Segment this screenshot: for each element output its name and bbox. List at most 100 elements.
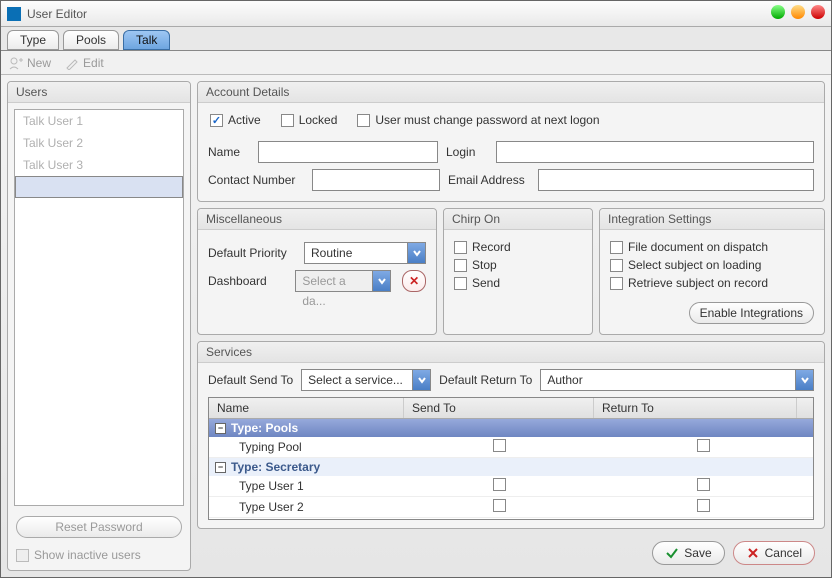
table-row[interactable]: Typing Pool [209, 437, 813, 458]
checkbox-icon[interactable] [454, 259, 467, 272]
login-label: Login [446, 145, 488, 159]
show-inactive-label: Show inactive users [34, 548, 141, 562]
retrieve-subject-label: Retrieve subject on record [628, 276, 768, 290]
retrieve-subject-checkbox[interactable]: Retrieve subject on record [610, 276, 814, 290]
chirp-send-label: Send [472, 276, 500, 290]
chirp-on-panel: Chirp On Record Stop Send [443, 208, 593, 335]
x-icon [746, 546, 760, 560]
save-label: Save [684, 546, 711, 560]
service-name [209, 518, 404, 519]
tab-pools[interactable]: Pools [63, 30, 119, 50]
contact-number-input[interactable] [312, 169, 440, 191]
service-name: Type User 2 [209, 498, 404, 516]
active-checkbox[interactable]: Active [210, 113, 261, 127]
services-table-header: Name Send To Return To [209, 398, 813, 419]
show-inactive-users[interactable]: Show inactive users [8, 544, 190, 570]
dashboard-label: Dashboard [208, 274, 287, 288]
default-priority-select[interactable]: Routine [304, 242, 426, 264]
table-row[interactable]: Type User 2 [209, 497, 813, 518]
select-subject-label: Select subject on loading [628, 258, 761, 272]
tab-type[interactable]: Type [7, 30, 59, 50]
edit-button[interactable]: Edit [65, 56, 104, 70]
checkbox-icon[interactable] [493, 499, 506, 512]
user-list[interactable]: Talk User 1 Talk User 2 Talk User 3 [14, 109, 184, 506]
user-item-selected[interactable] [15, 176, 183, 198]
checkbox-icon[interactable] [610, 241, 623, 254]
services-panel: Services Default Send To Select a servic… [197, 341, 825, 529]
locked-checkbox[interactable]: Locked [281, 113, 338, 127]
email-address-input[interactable] [538, 169, 814, 191]
user-item[interactable]: Talk User 3 [15, 154, 183, 176]
service-name: Typing Pool [209, 438, 404, 456]
header-return-to: Return To [594, 398, 797, 418]
close-icon[interactable] [811, 5, 825, 19]
must-change-password-checkbox[interactable]: User must change password at next logon [357, 113, 599, 127]
tab-talk[interactable]: Talk [123, 30, 170, 50]
checkbox-icon[interactable] [697, 439, 710, 452]
middle-row: Miscellaneous Default Priority Routine D… [197, 208, 825, 335]
checkbox-icon[interactable] [610, 259, 623, 272]
default-return-to-select[interactable]: Author [540, 369, 814, 391]
checkbox-icon[interactable] [697, 478, 710, 491]
checkbox-icon[interactable] [210, 114, 223, 127]
login-input[interactable] [496, 141, 814, 163]
cancel-button[interactable]: Cancel [733, 541, 815, 565]
default-send-to-select[interactable]: Select a service... [301, 369, 431, 391]
checkbox-icon[interactable] [493, 478, 506, 491]
checkbox-icon[interactable] [454, 277, 467, 290]
save-button[interactable]: Save [652, 541, 724, 565]
services-table-body[interactable]: −Type: Pools Typing Pool −Type: Secretar… [209, 419, 813, 519]
minimize-icon[interactable] [771, 5, 785, 19]
account-details-title: Account Details [198, 82, 824, 103]
group-pools-label: Type: Pools [231, 421, 298, 435]
new-button-label: New [27, 56, 51, 70]
checkbox-icon[interactable] [493, 439, 506, 452]
checkbox-icon[interactable] [697, 499, 710, 512]
chirp-record-checkbox[interactable]: Record [454, 240, 582, 254]
default-return-to-label: Default Return To [439, 373, 532, 387]
account-details-panel: Account Details Active Locked User must … [197, 81, 825, 202]
edit-button-label: Edit [83, 56, 104, 70]
left-column: Users Talk User 1 Talk User 2 Talk User … [7, 81, 191, 571]
chirp-send-checkbox[interactable]: Send [454, 276, 582, 290]
chevron-down-icon[interactable] [372, 271, 390, 291]
name-input[interactable] [258, 141, 438, 163]
collapse-icon[interactable]: − [215, 462, 226, 473]
collapse-icon[interactable]: − [215, 423, 226, 434]
select-subject-checkbox[interactable]: Select subject on loading [610, 258, 814, 272]
header-send-to: Send To [404, 398, 594, 418]
service-name: Type User 1 [209, 477, 404, 495]
group-pools[interactable]: −Type: Pools [209, 419, 813, 437]
user-item[interactable]: Talk User 2 [15, 132, 183, 154]
new-button[interactable]: New [9, 56, 51, 70]
main-body: Users Talk User 1 Talk User 2 Talk User … [1, 75, 831, 577]
button-bar: Save Cancel [197, 535, 825, 571]
chirp-stop-label: Stop [472, 258, 497, 272]
chevron-down-icon[interactable] [407, 243, 425, 263]
chevron-down-icon[interactable] [795, 370, 813, 390]
integ-title: Integration Settings [600, 209, 824, 230]
integration-settings-panel: Integration Settings File document on di… [599, 208, 825, 335]
checkbox-icon[interactable] [281, 114, 294, 127]
table-row[interactable]: Type User 1 [209, 476, 813, 497]
checkbox-icon[interactable] [610, 277, 623, 290]
file-on-dispatch-checkbox[interactable]: File document on dispatch [610, 240, 814, 254]
checkbox-icon[interactable] [454, 241, 467, 254]
dashboard-select[interactable]: Select a da... [295, 270, 391, 292]
checkbox-icon[interactable] [357, 114, 370, 127]
pencil-icon [65, 56, 79, 70]
reset-password-button[interactable]: Reset Password [16, 516, 182, 538]
checkbox-icon[interactable] [16, 549, 29, 562]
user-item[interactable]: Talk User 1 [15, 110, 183, 132]
user-plus-icon [9, 56, 23, 70]
maximize-icon[interactable] [791, 5, 805, 19]
enable-integrations-button[interactable]: Enable Integrations [689, 302, 814, 324]
group-secretary[interactable]: −Type: Secretary [209, 458, 813, 476]
titlebar: User Editor [1, 1, 831, 27]
users-panel-title: Users [8, 82, 190, 103]
table-row[interactable] [209, 518, 813, 519]
chirp-stop-checkbox[interactable]: Stop [454, 258, 582, 272]
clear-dashboard-button[interactable]: ✕ [402, 270, 426, 292]
chevron-down-icon[interactable] [412, 370, 430, 390]
services-table: Name Send To Return To −Type: Pools Typi… [208, 397, 814, 520]
